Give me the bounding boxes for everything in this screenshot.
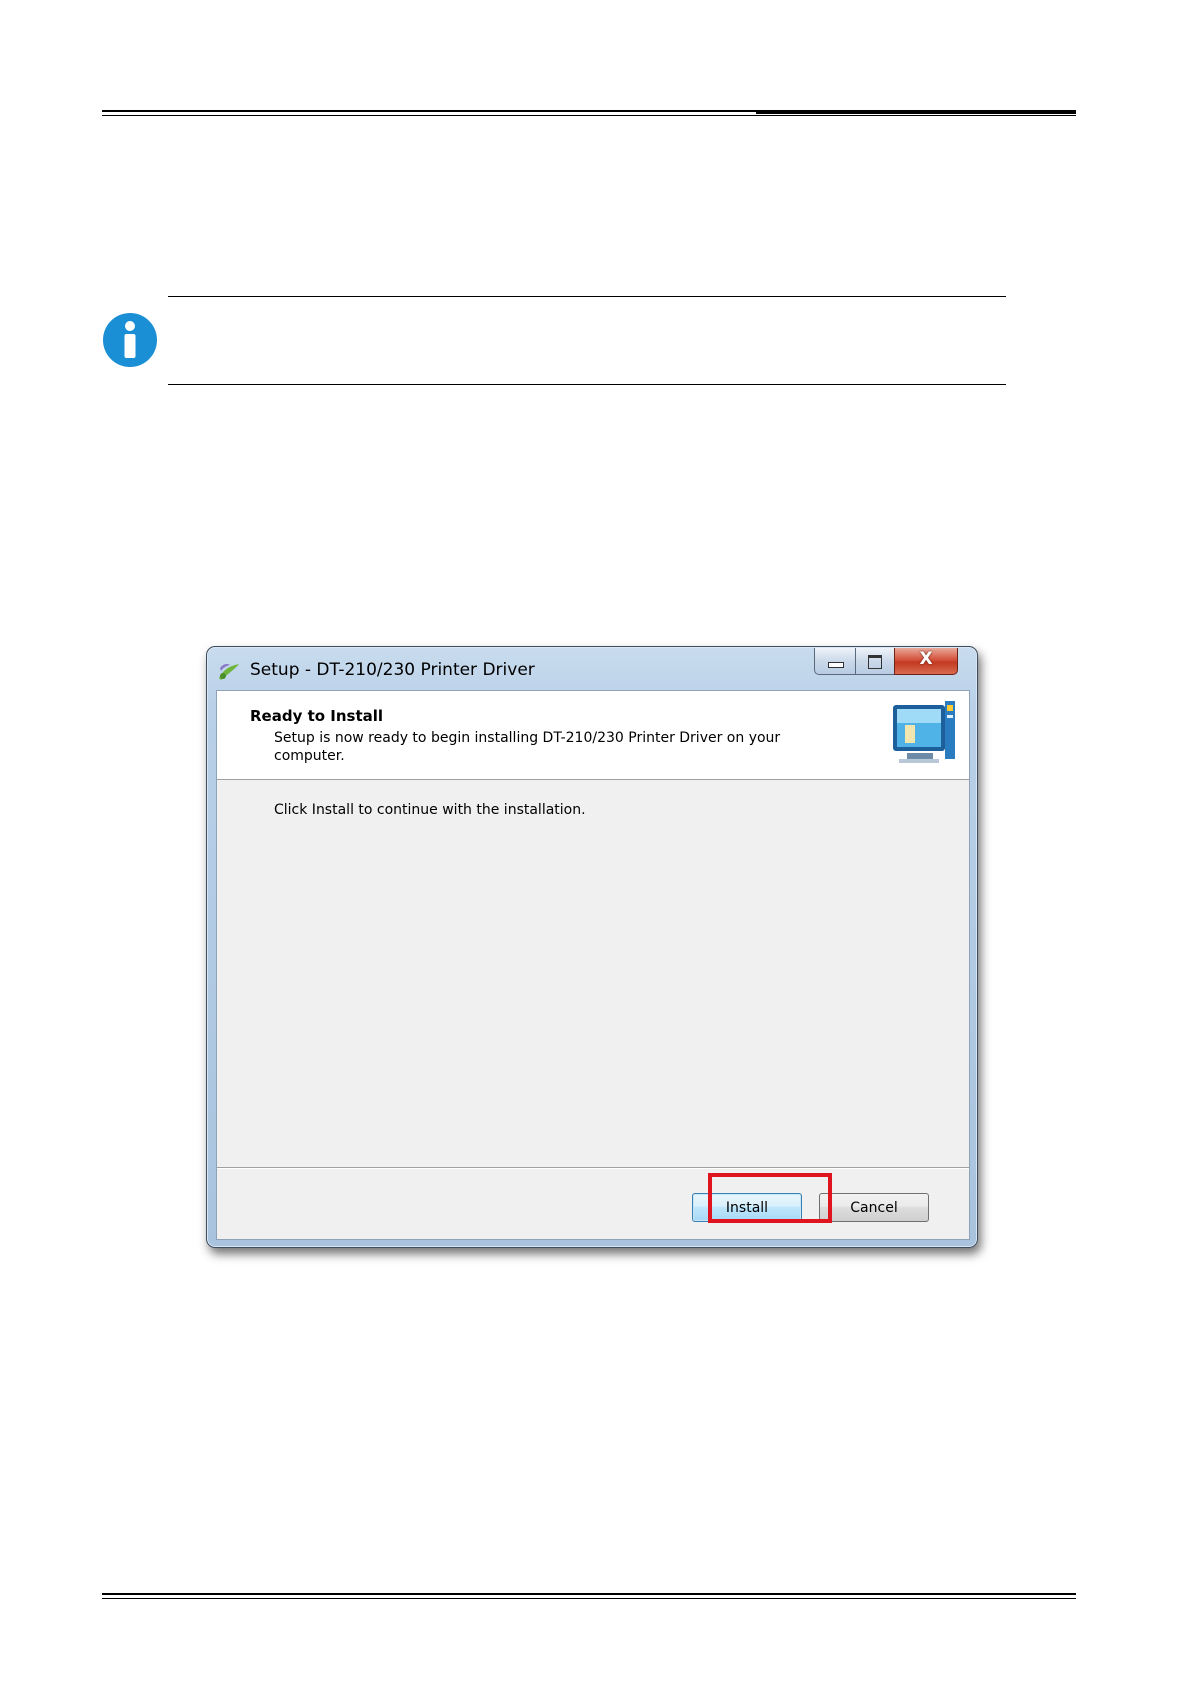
- setup-app-icon: [219, 664, 239, 680]
- note-bottom-line: [168, 384, 1006, 385]
- monitor-icon: [893, 701, 955, 763]
- close-icon: X: [919, 649, 933, 669]
- instruction-text: Click Install to continue with the insta…: [274, 802, 586, 818]
- cancel-button[interactable]: Cancel: [819, 1193, 929, 1222]
- minimize-button[interactable]: [814, 648, 856, 675]
- minimize-icon: [828, 662, 844, 668]
- install-highlight-box: [708, 1173, 832, 1223]
- page-description: Setup is now ready to begin installing D…: [274, 730, 781, 764]
- footer-separator: [217, 1167, 969, 1168]
- maximize-icon: [868, 655, 882, 669]
- close-button[interactable]: X: [894, 648, 958, 675]
- window-title: Setup - DT-210/230 Printer Driver: [250, 660, 535, 680]
- note-top-line: [168, 296, 1006, 297]
- bottom-rule-upper: [102, 1593, 1076, 1595]
- wizard-client-area: Ready to Install Setup is now ready to b…: [216, 690, 970, 1240]
- wizard-header: Ready to Install Setup is now ready to b…: [217, 691, 969, 780]
- top-rule-thick: [756, 111, 1076, 114]
- maximize-button[interactable]: [855, 648, 895, 675]
- page-title: Ready to Install: [250, 707, 384, 725]
- bottom-rule-lower: [102, 1598, 1076, 1599]
- info-icon: [103, 313, 157, 367]
- top-rule-lower: [102, 115, 1076, 116]
- setup-window: Setup - DT-210/230 Printer Driver X Read…: [206, 646, 978, 1248]
